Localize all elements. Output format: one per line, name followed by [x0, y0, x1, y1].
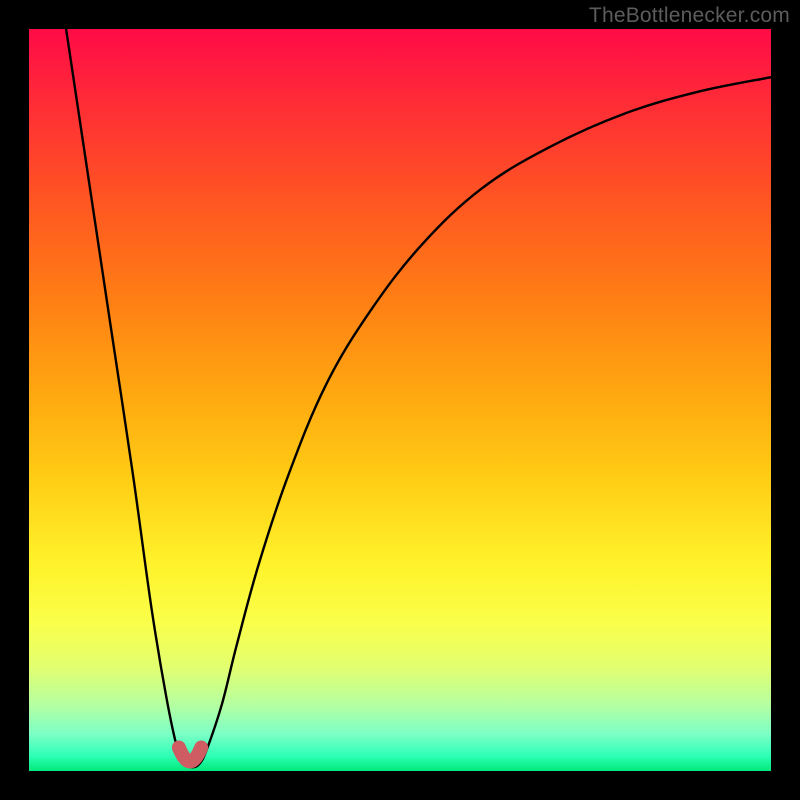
chart-frame: TheBottlenecker.com — [0, 0, 800, 800]
plot-area — [29, 29, 771, 771]
curve-layer — [29, 29, 771, 771]
bottleneck-curve — [66, 29, 771, 767]
watermark-text: TheBottlenecker.com — [589, 4, 790, 28]
optimal-marker — [179, 748, 201, 762]
